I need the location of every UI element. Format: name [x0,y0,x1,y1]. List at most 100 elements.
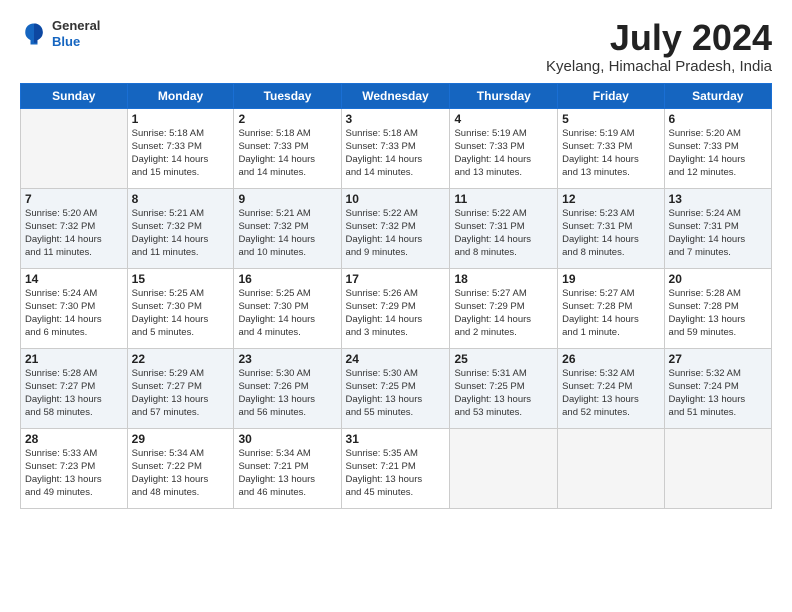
table-row: 11Sunrise: 5:22 AM Sunset: 7:31 PM Dayli… [450,188,558,268]
table-row: 23Sunrise: 5:30 AM Sunset: 7:26 PM Dayli… [234,348,341,428]
table-row: 12Sunrise: 5:23 AM Sunset: 7:31 PM Dayli… [558,188,664,268]
table-row: 5Sunrise: 5:19 AM Sunset: 7:33 PM Daylig… [558,108,664,188]
day-number: 17 [346,272,446,286]
month-title: July 2024 [546,18,772,58]
day-number: 2 [238,112,336,126]
calendar: Sunday Monday Tuesday Wednesday Thursday… [20,83,772,509]
day-info: Sunrise: 5:18 AM Sunset: 7:33 PM Dayligh… [132,127,230,180]
table-row: 1Sunrise: 5:18 AM Sunset: 7:33 PM Daylig… [127,108,234,188]
day-number: 14 [25,272,123,286]
day-info: Sunrise: 5:30 AM Sunset: 7:26 PM Dayligh… [238,367,336,420]
table-row: 10Sunrise: 5:22 AM Sunset: 7:32 PM Dayli… [341,188,450,268]
table-row [450,428,558,508]
col-thursday: Thursday [450,83,558,108]
day-number: 26 [562,352,659,366]
day-info: Sunrise: 5:21 AM Sunset: 7:32 PM Dayligh… [238,207,336,260]
day-number: 22 [132,352,230,366]
table-row: 26Sunrise: 5:32 AM Sunset: 7:24 PM Dayli… [558,348,664,428]
day-number: 7 [25,192,123,206]
logo-icon [20,20,48,48]
table-row: 3Sunrise: 5:18 AM Sunset: 7:33 PM Daylig… [341,108,450,188]
day-number: 23 [238,352,336,366]
col-saturday: Saturday [664,83,771,108]
day-info: Sunrise: 5:35 AM Sunset: 7:21 PM Dayligh… [346,447,446,500]
calendar-week-row: 14Sunrise: 5:24 AM Sunset: 7:30 PM Dayli… [21,268,772,348]
col-wednesday: Wednesday [341,83,450,108]
day-number: 24 [346,352,446,366]
day-number: 3 [346,112,446,126]
day-number: 19 [562,272,659,286]
table-row [558,428,664,508]
day-number: 29 [132,432,230,446]
day-info: Sunrise: 5:20 AM Sunset: 7:32 PM Dayligh… [25,207,123,260]
day-info: Sunrise: 5:25 AM Sunset: 7:30 PM Dayligh… [132,287,230,340]
day-number: 31 [346,432,446,446]
logo-text: General Blue [52,18,100,49]
header: General Blue July 2024 Kyelang, Himachal… [20,18,772,75]
logo: General Blue [20,18,100,49]
day-info: Sunrise: 5:22 AM Sunset: 7:31 PM Dayligh… [454,207,553,260]
day-info: Sunrise: 5:19 AM Sunset: 7:33 PM Dayligh… [562,127,659,180]
day-number: 28 [25,432,123,446]
day-info: Sunrise: 5:32 AM Sunset: 7:24 PM Dayligh… [669,367,767,420]
table-row: 31Sunrise: 5:35 AM Sunset: 7:21 PM Dayli… [341,428,450,508]
table-row: 18Sunrise: 5:27 AM Sunset: 7:29 PM Dayli… [450,268,558,348]
day-info: Sunrise: 5:34 AM Sunset: 7:21 PM Dayligh… [238,447,336,500]
day-info: Sunrise: 5:29 AM Sunset: 7:27 PM Dayligh… [132,367,230,420]
table-row: 16Sunrise: 5:25 AM Sunset: 7:30 PM Dayli… [234,268,341,348]
table-row: 30Sunrise: 5:34 AM Sunset: 7:21 PM Dayli… [234,428,341,508]
table-row: 21Sunrise: 5:28 AM Sunset: 7:27 PM Dayli… [21,348,128,428]
day-info: Sunrise: 5:30 AM Sunset: 7:25 PM Dayligh… [346,367,446,420]
table-row: 2Sunrise: 5:18 AM Sunset: 7:33 PM Daylig… [234,108,341,188]
table-row: 7Sunrise: 5:20 AM Sunset: 7:32 PM Daylig… [21,188,128,268]
table-row: 14Sunrise: 5:24 AM Sunset: 7:30 PM Dayli… [21,268,128,348]
day-number: 13 [669,192,767,206]
day-info: Sunrise: 5:28 AM Sunset: 7:28 PM Dayligh… [669,287,767,340]
day-info: Sunrise: 5:21 AM Sunset: 7:32 PM Dayligh… [132,207,230,260]
day-number: 30 [238,432,336,446]
calendar-week-row: 7Sunrise: 5:20 AM Sunset: 7:32 PM Daylig… [21,188,772,268]
col-monday: Monday [127,83,234,108]
calendar-week-row: 21Sunrise: 5:28 AM Sunset: 7:27 PM Dayli… [21,348,772,428]
day-info: Sunrise: 5:27 AM Sunset: 7:29 PM Dayligh… [454,287,553,340]
table-row [664,428,771,508]
day-number: 25 [454,352,553,366]
day-number: 12 [562,192,659,206]
day-info: Sunrise: 5:18 AM Sunset: 7:33 PM Dayligh… [238,127,336,180]
day-number: 20 [669,272,767,286]
table-row: 29Sunrise: 5:34 AM Sunset: 7:22 PM Dayli… [127,428,234,508]
day-info: Sunrise: 5:24 AM Sunset: 7:31 PM Dayligh… [669,207,767,260]
day-number: 10 [346,192,446,206]
location: Kyelang, Himachal Pradesh, India [546,58,772,75]
day-number: 8 [132,192,230,206]
day-number: 6 [669,112,767,126]
day-info: Sunrise: 5:26 AM Sunset: 7:29 PM Dayligh… [346,287,446,340]
table-row: 13Sunrise: 5:24 AM Sunset: 7:31 PM Dayli… [664,188,771,268]
page: General Blue July 2024 Kyelang, Himachal… [0,0,792,612]
col-friday: Friday [558,83,664,108]
table-row: 4Sunrise: 5:19 AM Sunset: 7:33 PM Daylig… [450,108,558,188]
table-row: 9Sunrise: 5:21 AM Sunset: 7:32 PM Daylig… [234,188,341,268]
day-info: Sunrise: 5:25 AM Sunset: 7:30 PM Dayligh… [238,287,336,340]
table-row: 8Sunrise: 5:21 AM Sunset: 7:32 PM Daylig… [127,188,234,268]
table-row: 28Sunrise: 5:33 AM Sunset: 7:23 PM Dayli… [21,428,128,508]
day-number: 4 [454,112,553,126]
table-row: 17Sunrise: 5:26 AM Sunset: 7:29 PM Dayli… [341,268,450,348]
day-info: Sunrise: 5:28 AM Sunset: 7:27 PM Dayligh… [25,367,123,420]
day-number: 1 [132,112,230,126]
day-number: 15 [132,272,230,286]
day-info: Sunrise: 5:27 AM Sunset: 7:28 PM Dayligh… [562,287,659,340]
col-tuesday: Tuesday [234,83,341,108]
day-number: 21 [25,352,123,366]
col-sunday: Sunday [21,83,128,108]
day-number: 5 [562,112,659,126]
table-row: 15Sunrise: 5:25 AM Sunset: 7:30 PM Dayli… [127,268,234,348]
table-row: 24Sunrise: 5:30 AM Sunset: 7:25 PM Dayli… [341,348,450,428]
table-row: 19Sunrise: 5:27 AM Sunset: 7:28 PM Dayli… [558,268,664,348]
calendar-week-row: 28Sunrise: 5:33 AM Sunset: 7:23 PM Dayli… [21,428,772,508]
day-info: Sunrise: 5:22 AM Sunset: 7:32 PM Dayligh… [346,207,446,260]
table-row: 6Sunrise: 5:20 AM Sunset: 7:33 PM Daylig… [664,108,771,188]
day-info: Sunrise: 5:24 AM Sunset: 7:30 PM Dayligh… [25,287,123,340]
day-number: 9 [238,192,336,206]
day-number: 27 [669,352,767,366]
